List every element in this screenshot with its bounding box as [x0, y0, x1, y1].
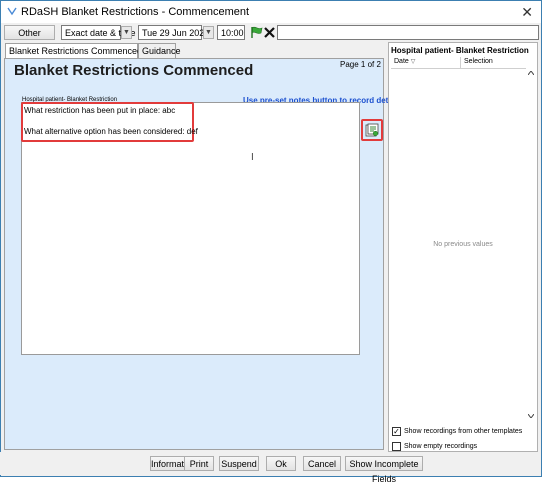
filter-icon[interactable]: ▽: [411, 59, 416, 65]
close-icon[interactable]: ✕: [521, 4, 533, 21]
page-indicator: Page 1 of 2: [340, 60, 381, 69]
time-field[interactable]: 10:00: [217, 25, 245, 40]
toolbar: Other Details... Exact date & time ▼ Tue…: [1, 23, 541, 53]
empty-state-text: No previous values: [433, 241, 493, 248]
button-bar: Information Print Suspend Ok Cancel Show…: [0, 452, 540, 484]
scroll-down-icon[interactable]: [528, 414, 534, 418]
ok-button[interactable]: Ok: [266, 456, 296, 471]
scroll-up-icon[interactable]: [528, 71, 534, 75]
show-other-templates-checkbox[interactable]: ✓: [392, 427, 401, 436]
suspend-button[interactable]: Suspend: [219, 456, 259, 471]
title-bar: RDaSH Blanket Restrictions - Commencemen…: [1, 1, 541, 24]
other-details-button[interactable]: Other Details...: [4, 25, 55, 53]
date-mode-dropdown-icon[interactable]: ▼: [121, 26, 132, 39]
column-divider[interactable]: [460, 57, 461, 68]
page-title: Blanket Restrictions Commenced: [14, 62, 254, 79]
app-icon: [7, 7, 17, 16]
text-cursor-icon: I: [251, 152, 254, 163]
column-header-label: Date: [394, 58, 409, 65]
print-button[interactable]: Print: [184, 456, 214, 471]
date-dropdown-icon[interactable]: ▼: [203, 26, 214, 39]
show-other-templates-label: Show recordings from other templates: [404, 428, 523, 435]
date-field[interactable]: Tue 29 Jun 2021: [138, 25, 209, 40]
date-mode-select[interactable]: Exact date & time: [61, 25, 136, 40]
window-title: RDaSH Blanket Restrictions - Commencemen…: [21, 6, 250, 18]
note-line: What restriction has been put in place: …: [24, 106, 176, 115]
show-empty-recordings-label: Show empty recordings: [404, 443, 478, 450]
green-flag-icon[interactable]: [250, 26, 263, 39]
column-header-selection[interactable]: Selection: [464, 58, 493, 65]
show-incomplete-fields-button[interactable]: Show Incomplete Fields: [345, 456, 423, 484]
note-line: What alternative option has been conside…: [24, 127, 198, 136]
show-empty-recordings-checkbox[interactable]: [392, 442, 401, 451]
column-header-date[interactable]: Date ▽: [394, 58, 415, 65]
history-panel-title: Hospital patient- Blanket Restriction: [391, 46, 529, 55]
preset-notes-icon[interactable]: [365, 123, 379, 137]
tab-guidance[interactable]: Guidance: [138, 43, 181, 58]
clear-x-icon[interactable]: [264, 27, 275, 38]
cancel-button[interactable]: Cancel: [303, 456, 341, 471]
free-text-input[interactable]: [277, 25, 539, 40]
